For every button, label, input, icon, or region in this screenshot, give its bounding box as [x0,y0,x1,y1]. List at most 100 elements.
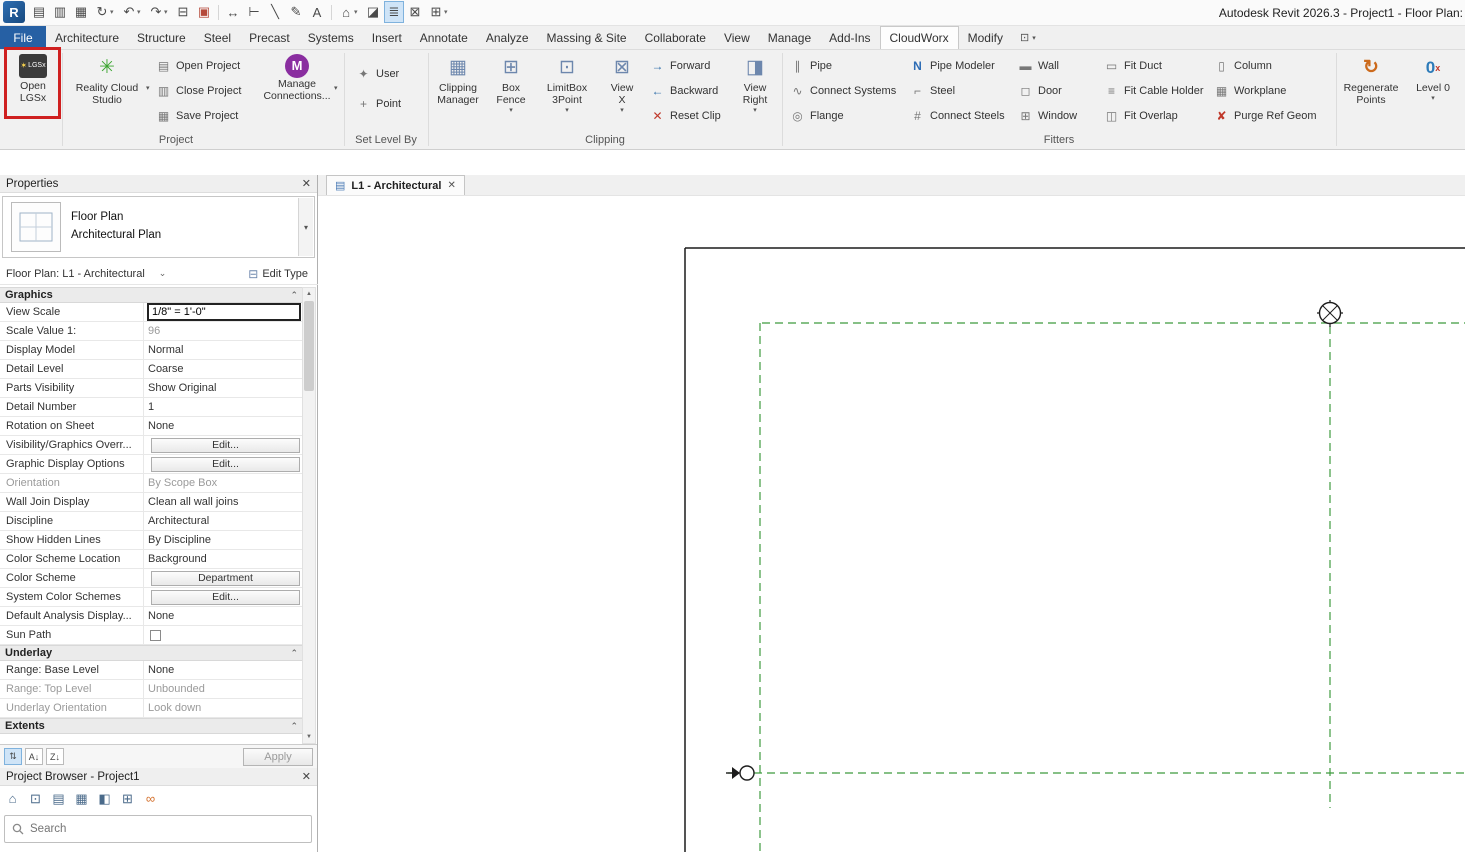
section-header-graphics[interactable]: Graphics ⌃ [0,287,303,303]
tab-insert[interactable]: Insert [363,26,411,49]
level-0-button[interactable]: 0x Level 0 ▾ [1406,54,1460,103]
view-right-button[interactable]: ◨ View Right ▾ [732,54,778,115]
list-view-icon[interactable]: ▤ [48,789,69,808]
view-x-dropdown-icon[interactable]: ▾ [620,107,624,115]
reality-cloud-studio-button[interactable]: ✳ Reality Cloud Studio [68,54,146,106]
collapse-icon[interactable]: ⌃ [290,721,298,732]
save-icon[interactable]: ▦ [71,1,91,23]
redo-icon[interactable]: ↷ [146,1,166,23]
table-view-icon[interactable]: ▦ [71,789,92,808]
clipping-manager-button[interactable]: ▦ Clipping Manager [432,54,484,106]
section-header-extents[interactable]: Extents ⌃ [0,718,303,734]
property-value[interactable]: None [144,661,303,679]
redo-dropdown-icon[interactable]: ▾ [164,8,172,16]
search-input[interactable] [30,823,304,835]
box-fence-dropdown-icon[interactable]: ▾ [509,107,513,115]
flange-button[interactable]: ◎Flange [790,106,844,126]
drawing-canvas[interactable] [318,196,1465,852]
print-icon[interactable]: ⊟ [173,1,193,23]
property-value[interactable]: Coarse [144,360,303,378]
open-icon[interactable]: ▥ [50,1,70,23]
instance-dropdown-icon[interactable]: ⌄ [159,268,167,279]
tab-architecture[interactable]: Architecture [46,26,128,49]
type-selector-dropdown-icon[interactable]: ▾ [298,198,313,256]
properties-scrollbar[interactable]: ▲ ▼ [302,287,316,744]
apply-button[interactable]: Apply [243,748,313,766]
manage-connections-button[interactable]: M Manage Connections... [262,54,332,102]
property-value[interactable]: Clean all wall joins [144,493,303,511]
fit-duct-button[interactable]: ▭Fit Duct [1104,56,1162,76]
connect-systems-button[interactable]: ∿Connect Systems [790,81,896,101]
ribbon-state-dropdown-icon[interactable]: ▾ [1032,34,1036,42]
purge-ref-geom-button[interactable]: ✘Purge Ref Geom [1214,106,1317,126]
close-project-button[interactable]: ▥ Close Project [156,81,241,101]
property-value[interactable]: None [144,607,303,625]
scroll-up-icon[interactable]: ▲ [303,288,315,300]
tab-analyze[interactable]: Analyze [477,26,538,49]
tab-systems[interactable]: Systems [299,26,363,49]
view-right-dropdown-icon[interactable]: ▾ [753,107,757,115]
sort-group-icon[interactable]: ⇅ [4,748,22,765]
door-button[interactable]: ◻Door [1018,81,1062,101]
box-fence-button[interactable]: ⊞ Box Fence ▾ [488,54,534,115]
filter-icon[interactable]: ◧ [94,789,115,808]
default-3d-view-icon[interactable]: ⌂ [336,1,356,23]
set-level-user-button[interactable]: ✦ User [356,64,399,84]
insert-image-icon[interactable]: ▣ [194,1,214,23]
regenerate-points-button[interactable]: ↻ Regenerate Points [1342,54,1400,106]
ribbon-display-toggle[interactable]: ⊡▾ [1012,26,1044,49]
tab-manage[interactable]: Manage [759,26,820,49]
revit-logo[interactable]: R [3,1,25,23]
view-x-button[interactable]: ⊠ View X ▾ [600,54,644,115]
open-project-button[interactable]: ▤ Open Project [156,56,240,76]
measure-icon[interactable]: ↔ [223,1,243,23]
undo-icon[interactable]: ↶ [119,1,139,23]
limitbox-dropdown-icon[interactable]: ▾ [565,107,569,115]
sync-dropdown-icon[interactable]: ▾ [110,8,118,16]
property-value[interactable]: Architectural [144,512,303,530]
project-browser-close-icon[interactable]: ✕ [302,770,311,783]
column-button[interactable]: ▯Column [1214,56,1272,76]
tab-add-ins[interactable]: Add-Ins [820,26,879,49]
properties-close-icon[interactable]: ✕ [302,177,311,190]
recent-documents-icon[interactable]: ▤ [29,1,49,23]
tab-file[interactable]: File [0,26,46,49]
view-scale-input[interactable] [148,304,300,320]
color-scheme-button[interactable]: Department [151,571,300,586]
model-line-icon[interactable]: ╲ [265,1,285,23]
switch-windows-icon[interactable]: ⊞ [426,1,446,23]
project-browser-search[interactable] [4,815,312,843]
home-icon[interactable]: ⌂ [2,789,23,808]
tab-massing-site[interactable]: Massing & Site [538,26,636,49]
sort-ascending-icon[interactable]: A↓ [25,748,43,765]
aligned-dimension-icon[interactable]: ⊢ [244,1,264,23]
scrollbar-thumb[interactable] [304,301,314,391]
workplane-button[interactable]: ▦Workplane [1214,81,1286,101]
fit-cable-holder-button[interactable]: ≡Fit Cable Holder [1104,81,1203,101]
manage-connections-dropdown-icon[interactable]: ▾ [334,84,338,92]
property-value[interactable]: 1 [144,398,303,416]
customize-qat-icon[interactable]: ▾ [444,8,452,16]
property-value[interactable]: None [144,417,303,435]
view-tab-close-icon[interactable]: ✕ [447,180,455,191]
property-value[interactable]: Normal [144,341,303,359]
tab-collaborate[interactable]: Collaborate [636,26,715,49]
detail-line-icon[interactable]: ✎ [286,1,306,23]
wall-button[interactable]: ▬Wall [1018,56,1059,76]
tab-annotate[interactable]: Annotate [411,26,477,49]
property-value[interactable]: By Discipline [144,531,303,549]
sort-descending-icon[interactable]: Z↓ [46,748,64,765]
visibility-graphics-edit-button[interactable]: Edit... [151,438,300,453]
graphic-display-options-edit-button[interactable]: Edit... [151,457,300,472]
text-icon[interactable]: A [307,1,327,23]
thin-lines-icon[interactable]: ≣ [384,1,404,23]
tab-cloudworx[interactable]: CloudWorx [880,26,959,49]
collapse-icon[interactable]: ⌃ [290,290,298,301]
section-icon[interactable]: ◪ [363,1,383,23]
steel-button[interactable]: ⌐Steel [910,81,955,101]
limitbox-3point-button[interactable]: ⊡ LimitBox 3Point ▾ [538,54,596,115]
sync-icon[interactable]: ↻ [92,1,112,23]
backward-button[interactable]: ← Backward [650,81,718,101]
type-selector[interactable]: Floor Plan Architectural Plan ▾ [2,196,315,258]
tab-view[interactable]: View [715,26,759,49]
